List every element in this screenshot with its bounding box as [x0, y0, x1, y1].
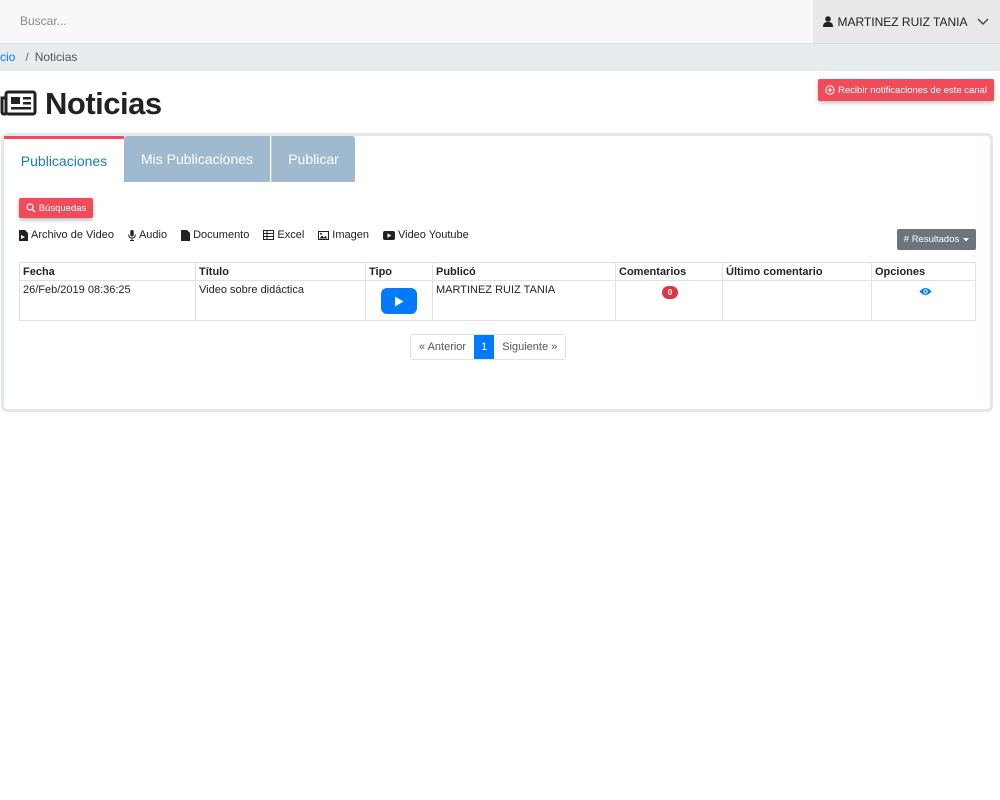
publications-card: Publicaciones Mis Publicaciones Publicar…: [1, 133, 993, 412]
youtube-icon: [382, 230, 395, 240]
column-header[interactable]: Último comentario: [722, 262, 872, 281]
column-header[interactable]: Fecha: [19, 262, 196, 281]
column-header[interactable]: Título: [195, 262, 366, 281]
tab-mis-publicaciones[interactable]: Mis Publicaciones: [124, 136, 270, 182]
search-filters-button[interactable]: Búsquedas: [19, 198, 93, 218]
breadcrumb: cio / Noticias: [0, 44, 1000, 71]
column-header[interactable]: Comentarios: [615, 262, 723, 281]
search-icon: [26, 203, 36, 213]
pagination-next[interactable]: Siguiente »: [494, 335, 565, 359]
breadcrumb-current: Noticias: [34, 50, 78, 64]
filter-video-file[interactable]: Archivo de Video: [19, 229, 114, 241]
page-header: Noticias: [0, 86, 162, 122]
subscribe-notifications-button[interactable]: Recibir notificaciones de este canal: [818, 79, 994, 101]
filter-document[interactable]: Documento: [181, 229, 249, 241]
table-row: 26/Feb/2019 08:36:25 Video sobre didácti…: [19, 280, 976, 321]
filter-label: Video Youtube: [397, 229, 469, 241]
cell-author: MARTINEZ RUIZ TANIA: [432, 280, 616, 321]
results-dropdown[interactable]: # Resultados: [897, 229, 976, 250]
breadcrumb-home-link[interactable]: cio: [0, 50, 15, 64]
document-icon: [181, 229, 191, 241]
filter-label: Documento: [193, 229, 250, 241]
user-menu[interactable]: MARTINEZ RUIZ TANIA: [813, 0, 1000, 43]
breadcrumb-separator: /: [25, 50, 29, 64]
eye-icon[interactable]: [919, 287, 932, 299]
user-icon: [823, 16, 834, 27]
cell-date: 26/Feb/2019 08:36:25: [19, 280, 196, 321]
column-header[interactable]: Opciones: [871, 262, 976, 281]
column-header[interactable]: Publicó: [432, 262, 616, 281]
table-header-row: Fecha Título Tipo Publicó Comentarios Úl…: [19, 262, 976, 281]
type-filters: Archivo de Video Audio Documento Excel I…: [19, 229, 469, 241]
filter-youtube[interactable]: Video Youtube: [382, 229, 469, 241]
results-label: # Resultados: [903, 234, 960, 245]
plus-circle-icon: [825, 85, 835, 95]
user-name: MARTINEZ RUIZ TANIA: [837, 14, 968, 29]
pagination: « Anterior 1 Siguiente »: [410, 334, 567, 360]
column-header[interactable]: Tipo: [365, 262, 433, 281]
search-filters-label: Búsquedas: [38, 202, 87, 214]
pagination-current-page[interactable]: 1: [474, 335, 495, 359]
image-icon: [318, 230, 330, 240]
cell-title: Video sobre didáctica: [195, 280, 366, 321]
filter-excel[interactable]: Excel: [263, 229, 304, 241]
caret-down-icon: [963, 237, 970, 241]
microphone-icon: [128, 229, 136, 241]
cell-comments: 0: [615, 280, 723, 321]
publications-table: Fecha Título Tipo Publicó Comentarios Úl…: [19, 262, 976, 321]
filter-label: Excel: [277, 229, 305, 241]
page-title: Noticias: [45, 86, 162, 121]
filter-audio[interactable]: Audio: [128, 229, 167, 241]
table-icon: [263, 230, 275, 240]
chevron-down-icon: [977, 18, 988, 25]
cell-type: [365, 280, 433, 321]
cell-last-comment: [722, 280, 872, 321]
newspaper-icon: [0, 90, 37, 116]
cell-options: [871, 280, 976, 321]
pagination-prev[interactable]: « Anterior: [411, 335, 474, 359]
tab-publicaciones[interactable]: Publicaciones: [4, 136, 124, 182]
search-input[interactable]: [20, 14, 320, 28]
filter-label: Archivo de Video: [31, 229, 114, 241]
tab-publicar[interactable]: Publicar: [271, 136, 355, 182]
subscribe-notifications-label: Recibir notificaciones de este canal: [838, 84, 987, 96]
comments-count-badge: 0: [662, 286, 678, 299]
filter-label: Audio: [138, 229, 168, 241]
file-icon: [19, 229, 28, 241]
filter-image[interactable]: Imagen: [318, 229, 369, 241]
video-play-icon[interactable]: [381, 288, 417, 314]
top-bar: MARTINEZ RUIZ TANIA: [0, 0, 1000, 44]
filter-label: Imagen: [332, 229, 369, 241]
